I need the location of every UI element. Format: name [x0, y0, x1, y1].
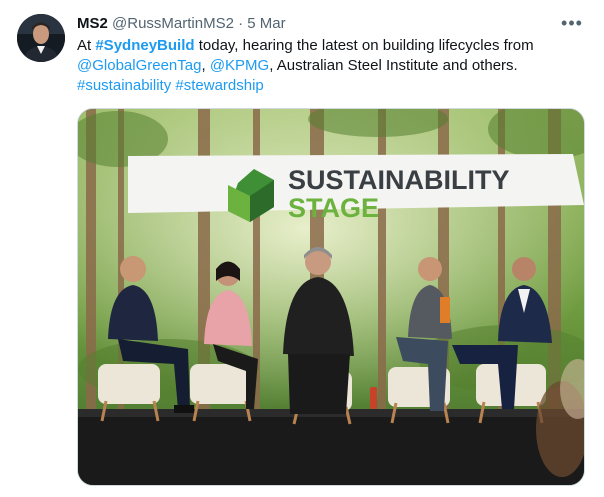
separator-dot: ·	[238, 15, 244, 32]
hashtag-sydneybuild[interactable]: #SydneyBuild	[95, 37, 194, 54]
banner-line-1: SUSTAINABILITY	[288, 165, 510, 195]
tweet-card[interactable]: MS2 @RussMartinMS2 · 5 Mar ••• At #Sydne…	[0, 0, 604, 497]
timestamp[interactable]: 5 Mar	[247, 15, 285, 32]
stage-photo: SUSTAINABILITY STAGE	[78, 109, 584, 485]
text-tail: , Australian Steel Institute and others.	[269, 57, 518, 74]
text-comma: ,	[201, 57, 210, 74]
tweet-text: At #SydneyBuild today, hearing the lates…	[77, 36, 577, 96]
tweet-photo[interactable]: SUSTAINABILITY STAGE	[77, 108, 585, 486]
user-handle[interactable]: @RussMartinMS2	[112, 15, 234, 32]
display-name[interactable]: MS2	[77, 15, 108, 32]
water-bottle	[370, 387, 377, 409]
mention-kpmg[interactable]: @KPMG	[210, 57, 269, 74]
hashtag-sustainability[interactable]: #sustainability	[77, 77, 171, 94]
avatar[interactable]	[17, 14, 65, 62]
banner-line-2: STAGE	[288, 193, 379, 223]
mention-globalgreentag[interactable]: @GlobalGreenTag	[77, 57, 201, 74]
hashtag-stewardship[interactable]: #stewardship	[175, 77, 263, 94]
text-prefix: At	[77, 37, 96, 54]
avatar-image	[17, 14, 65, 62]
text-middle: today, hearing the latest on building li…	[194, 37, 534, 54]
more-options-icon[interactable]: •••	[560, 14, 584, 34]
stage-floor	[78, 409, 584, 485]
tweet-header: MS2 @RussMartinMS2 · 5 Mar	[77, 14, 286, 34]
